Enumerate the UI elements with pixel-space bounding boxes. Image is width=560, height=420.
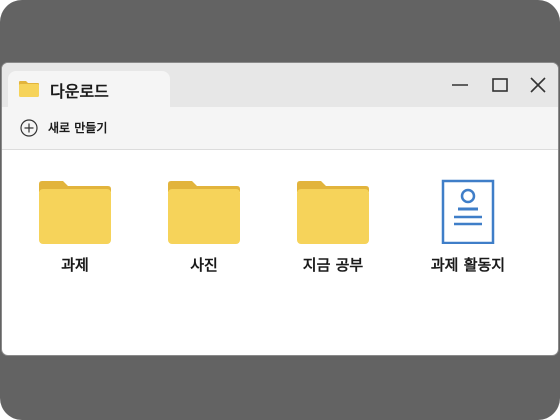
document-item[interactable]: 과제 활동지	[413, 178, 523, 278]
folder-item[interactable]: 과제	[20, 178, 130, 278]
item-label: 과제	[61, 256, 89, 274]
item-label: 사진	[190, 256, 218, 274]
folder-icon	[19, 81, 39, 97]
file-explorer-window: 다운로드 새로 만들기 과제 사진 지금 공부 과제 활동지	[2, 63, 558, 355]
plus-circle-icon	[20, 119, 38, 137]
document-icon	[441, 179, 495, 244]
item-label: 지금 공부	[302, 256, 364, 274]
toolbar: 새로 만들기	[2, 107, 558, 150]
folder-item[interactable]: 사진	[149, 178, 259, 278]
tab-downloads[interactable]: 다운로드	[8, 71, 170, 107]
close-icon[interactable]	[526, 73, 550, 97]
screen-background: 다운로드 새로 만들기 과제 사진 지금 공부 과제 활동지	[0, 0, 560, 420]
tab-title: 다운로드	[50, 82, 109, 101]
maximize-icon[interactable]	[488, 73, 512, 97]
folder-icon	[168, 181, 240, 244]
folder-icon	[39, 181, 111, 244]
title-bar: 다운로드	[2, 63, 558, 107]
minimize-icon[interactable]	[448, 73, 472, 97]
new-item-label: 새로 만들기	[48, 121, 108, 135]
file-grid: 과제 사진 지금 공부 과제 활동지	[2, 150, 558, 355]
item-label: 과제 활동지	[430, 256, 506, 274]
folder-icon	[297, 181, 369, 244]
folder-item[interactable]: 지금 공부	[278, 178, 388, 278]
